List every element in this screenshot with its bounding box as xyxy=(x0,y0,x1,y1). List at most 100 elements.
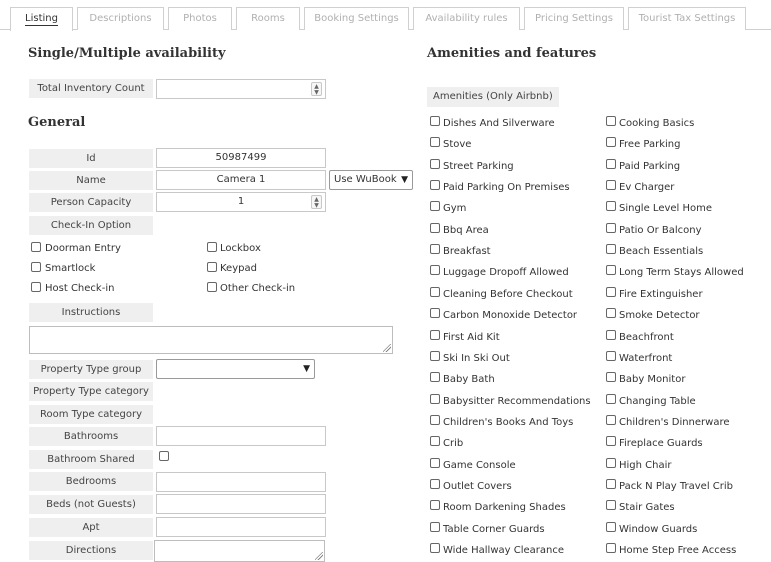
checkbox-lockbox[interactable] xyxy=(207,242,217,252)
beds-input[interactable] xyxy=(156,494,326,514)
amenity-label: Crib xyxy=(443,438,464,449)
amenity-label: Cleaning Before Checkout xyxy=(443,289,573,300)
amenity-checkbox[interactable] xyxy=(606,522,616,532)
tab-pricing-settings[interactable]: Pricing Settings xyxy=(524,7,624,30)
amenity-checkbox[interactable] xyxy=(606,415,616,425)
bedrooms-input[interactable] xyxy=(156,472,326,492)
amenity-checkbox[interactable] xyxy=(606,308,616,318)
amenity-label: Stair Gates xyxy=(619,502,675,513)
instructions-textarea[interactable] xyxy=(29,326,393,354)
amenity-checkbox[interactable] xyxy=(430,244,440,254)
tab-photos[interactable]: Photos xyxy=(168,7,232,30)
tab-listing[interactable]: Listing xyxy=(10,7,73,31)
name-input[interactable]: Camera 1 xyxy=(156,170,326,190)
amenity-checkbox[interactable] xyxy=(606,394,616,404)
amenity-checkbox[interactable] xyxy=(606,201,616,211)
amenity-label: Paid Parking xyxy=(619,161,681,172)
amenity-checkbox[interactable] xyxy=(606,287,616,297)
amenity-checkbox[interactable] xyxy=(430,308,440,318)
bathrooms-input[interactable] xyxy=(156,426,326,446)
amenity-label: Pack N Play Travel Crib xyxy=(619,481,733,492)
id-input[interactable]: 50987499 xyxy=(156,148,326,168)
resize-grip-icon[interactable] xyxy=(383,344,391,352)
tab-descriptions[interactable]: Descriptions xyxy=(77,7,164,30)
amenity-checkbox[interactable] xyxy=(606,543,616,553)
checkbox-keypad[interactable] xyxy=(207,262,217,272)
amenity-checkbox[interactable] xyxy=(430,351,440,361)
amenity-checkbox[interactable] xyxy=(430,543,440,553)
amenity-checkbox[interactable] xyxy=(430,137,440,147)
apt-input[interactable] xyxy=(156,517,326,537)
amenity-checkbox[interactable] xyxy=(430,372,440,382)
amenity-checkbox[interactable] xyxy=(430,116,440,126)
checkbox-host-checkin[interactable] xyxy=(31,282,41,292)
amenity-label: Children's Dinnerware xyxy=(619,417,730,428)
bathroom-shared-label: Bathroom Shared xyxy=(29,450,153,469)
total-inventory-stepper[interactable]: ▲ ▼ xyxy=(311,82,322,96)
checkbox-other-checkin[interactable] xyxy=(207,282,217,292)
tab-rooms[interactable]: Rooms xyxy=(236,7,300,30)
resize-grip-icon[interactable] xyxy=(315,552,323,560)
amenity-label: Luggage Dropoff Allowed xyxy=(443,267,569,278)
tab-tourist-tax-settings[interactable]: Tourist Tax Settings xyxy=(628,7,746,30)
tab-booking-settings[interactable]: Booking Settings xyxy=(304,7,409,30)
amenity-checkbox[interactable] xyxy=(430,500,440,510)
amenities-title: Amenities and features xyxy=(427,46,597,61)
amenity-checkbox[interactable] xyxy=(430,201,440,211)
instructions-label: Instructions xyxy=(29,303,153,322)
amenity-checkbox[interactable] xyxy=(430,287,440,297)
amenity-checkbox[interactable] xyxy=(606,372,616,382)
amenity-checkbox[interactable] xyxy=(430,180,440,190)
amenity-checkbox[interactable] xyxy=(430,436,440,446)
amenity-label: Changing Table xyxy=(619,396,696,407)
id-label: Id xyxy=(29,149,153,168)
chevron-down-icon: ▼ xyxy=(303,364,310,374)
tab-availability-rules[interactable]: Availability rules xyxy=(413,7,520,30)
directions-textarea[interactable] xyxy=(154,540,325,562)
amenity-label: Single Level Home xyxy=(619,203,713,214)
amenity-checkbox[interactable] xyxy=(430,265,440,275)
amenity-checkbox[interactable] xyxy=(606,351,616,361)
checkin-label-lockbox: Lockbox xyxy=(220,243,261,254)
person-capacity-input[interactable]: 1 ▲ ▼ xyxy=(156,192,326,212)
amenity-checkbox[interactable] xyxy=(606,500,616,510)
checkbox-smartlock[interactable] xyxy=(31,262,41,272)
amenity-checkbox[interactable] xyxy=(430,458,440,468)
person-capacity-stepper[interactable]: ▲ ▼ xyxy=(311,195,322,209)
amenity-checkbox[interactable] xyxy=(430,223,440,233)
total-inventory-input[interactable]: ▲ ▼ xyxy=(156,79,326,99)
amenity-label: Smoke Detector xyxy=(619,310,700,321)
checkbox-doorman-entry[interactable] xyxy=(31,242,41,252)
apt-label: Apt xyxy=(29,518,153,537)
amenity-checkbox[interactable] xyxy=(606,479,616,489)
amenity-checkbox[interactable] xyxy=(606,265,616,275)
amenity-checkbox[interactable] xyxy=(430,159,440,169)
amenity-label: Street Parking xyxy=(443,161,514,172)
amenity-checkbox[interactable] xyxy=(606,458,616,468)
amenity-checkbox[interactable] xyxy=(606,116,616,126)
person-capacity-label: Person Capacity xyxy=(29,193,153,212)
amenity-checkbox[interactable] xyxy=(606,180,616,190)
amenity-checkbox[interactable] xyxy=(606,223,616,233)
amenity-checkbox[interactable] xyxy=(430,330,440,340)
name-source-select[interactable]: Use WuBook ▼ xyxy=(329,170,413,190)
amenity-checkbox[interactable] xyxy=(606,137,616,147)
amenity-label: Fire Extinguisher xyxy=(619,289,703,300)
bathrooms-label: Bathrooms xyxy=(29,427,153,446)
amenity-checkbox[interactable] xyxy=(430,415,440,425)
amenity-checkbox[interactable] xyxy=(430,522,440,532)
amenity-checkbox[interactable] xyxy=(606,436,616,446)
amenity-checkbox[interactable] xyxy=(606,330,616,340)
property-type-category-label: Property Type category xyxy=(29,382,153,401)
amenity-checkbox[interactable] xyxy=(606,159,616,169)
bathroom-shared-checkbox[interactable] xyxy=(159,451,169,461)
amenity-checkbox[interactable] xyxy=(430,394,440,404)
amenity-label: Game Console xyxy=(443,460,516,471)
amenities-group-label: Amenities (Only Airbnb) xyxy=(427,87,559,107)
amenity-checkbox[interactable] xyxy=(430,479,440,489)
amenity-label: Dishes And Silverware xyxy=(443,118,555,129)
amenity-label: Beach Essentials xyxy=(619,246,704,257)
property-type-group-select[interactable]: ▼ xyxy=(156,359,315,379)
beds-label: Beds (not Guests) xyxy=(29,495,153,514)
amenity-checkbox[interactable] xyxy=(606,244,616,254)
